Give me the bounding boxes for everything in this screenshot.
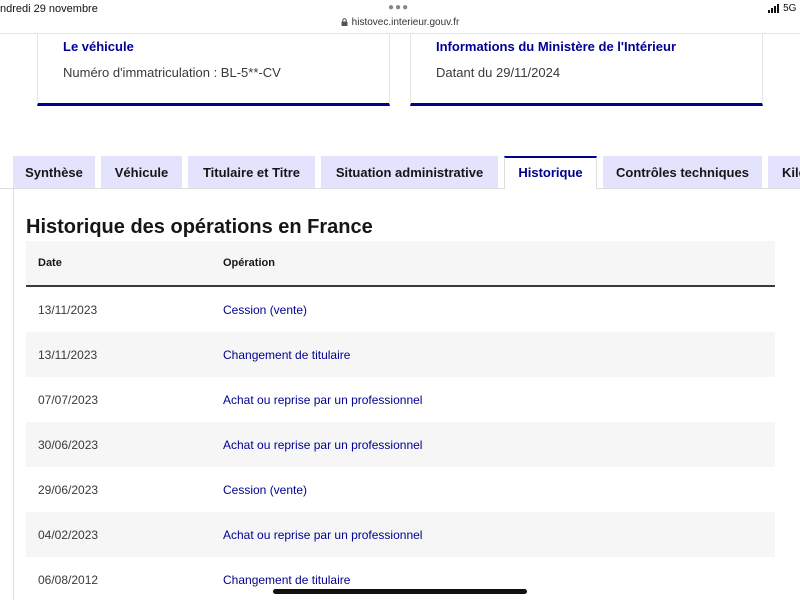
row-date: 30/06/2023	[38, 437, 99, 452]
row-date: 04/02/2023	[38, 527, 99, 542]
row-operation-link[interactable]: Achat ou reprise par un professionnel	[223, 438, 422, 452]
row-operation-link[interactable]: Achat ou reprise par un professionnel	[223, 393, 422, 407]
tab-situation-administrative[interactable]: Situation administrative	[321, 156, 498, 188]
row-date: 29/06/2023	[38, 482, 99, 497]
vehicle-card: Le véhicule Numéro d'immatriculation : B…	[37, 34, 390, 106]
row-operation-link[interactable]: Changement de titulaire	[223, 573, 350, 587]
table-row: 13/11/2023 Changement de titulaire	[26, 332, 775, 377]
ministry-info-card: Informations du Ministère de l'Intérieur…	[410, 34, 763, 106]
row-date: 07/07/2023	[38, 392, 99, 407]
column-header-operation: Opération	[223, 257, 275, 269]
table-header: Date Opération	[26, 241, 775, 287]
row-date: 13/11/2023	[38, 302, 98, 317]
column-header-date: Date	[38, 257, 62, 269]
network-type: 5G	[783, 3, 797, 14]
history-table: Date Opération 13/11/2023 Cession (vente…	[26, 241, 775, 600]
table-row: 04/02/2023 Achat ou reprise par un profe…	[26, 512, 775, 557]
table-row: 07/07/2023 Achat ou reprise par un profe…	[26, 377, 775, 422]
tab-titulaire-et-titre[interactable]: Titulaire et Titre	[188, 156, 315, 188]
row-operation-link[interactable]: Cession (vente)	[223, 303, 307, 317]
registration-number: Numéro d'immatriculation : BL-5**-CV	[63, 65, 281, 80]
tab-historique[interactable]: Historique	[504, 156, 597, 190]
tab-kilometrage[interactable]: Kilo	[768, 156, 800, 188]
row-operation-link[interactable]: Changement de titulaire	[223, 348, 350, 362]
more-dots-icon[interactable]: ●●●	[388, 2, 409, 13]
row-date: 13/11/2023	[38, 347, 98, 362]
address-bar[interactable]: histovec.interieur.gouv.fr	[0, 17, 800, 28]
url-text: histovec.interieur.gouv.fr	[351, 17, 460, 28]
table-row: 30/06/2023 Achat ou reprise par un profe…	[26, 422, 775, 467]
info-date: Datant du 29/11/2024	[436, 65, 561, 80]
table-body: 13/11/2023 Cession (vente) 13/11/2023 Ch…	[26, 287, 775, 600]
section-title: Historique des opérations en France	[26, 216, 373, 238]
lock-icon	[341, 18, 348, 26]
status-date: ndredi 29 novembre	[0, 3, 98, 15]
tab-synthese[interactable]: Synthèse	[13, 156, 95, 188]
tab-controles-techniques[interactable]: Contrôles techniques	[603, 156, 762, 188]
row-operation-link[interactable]: Achat ou reprise par un professionnel	[223, 528, 422, 542]
vehicle-card-title: Le véhicule	[63, 39, 134, 54]
table-row: 29/06/2023 Cession (vente)	[26, 467, 775, 512]
row-operation-link[interactable]: Cession (vente)	[223, 483, 307, 497]
status-indicators: 5G 8	[768, 3, 800, 14]
ministry-card-title: Informations du Ministère de l'Intérieur	[436, 39, 677, 54]
table-row: 13/11/2023 Cession (vente)	[26, 287, 775, 332]
tab-vehicule[interactable]: Véhicule	[101, 156, 182, 188]
browser-status-bar: ndredi 29 novembre ●●● histovec.interieu…	[0, 0, 800, 34]
home-indicator[interactable]	[273, 589, 527, 594]
row-date: 06/08/2012	[38, 572, 99, 587]
tab-bar: Synthèse Véhicule Titulaire et Titre Sit…	[0, 156, 800, 190]
cellular-signal-icon	[768, 4, 780, 13]
